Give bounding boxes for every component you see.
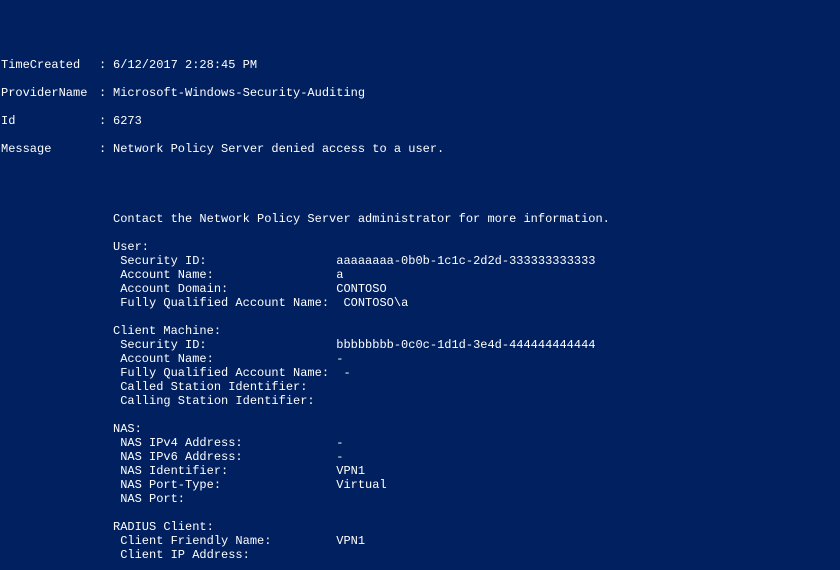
radius-friendly: VPN1 bbox=[336, 534, 365, 548]
nas-port-label: NAS Port: bbox=[113, 492, 185, 506]
value-message-first: Network Policy Server denied access to a… bbox=[113, 142, 444, 156]
client-secid-label: Security ID: bbox=[113, 338, 207, 352]
label-message: Message bbox=[0, 142, 99, 156]
row-id: Id: 6273 bbox=[0, 114, 840, 128]
radius-ip-label: Client IP Address: bbox=[113, 548, 250, 562]
value-timecreated: 6/12/2017 2:28:45 PM bbox=[113, 58, 257, 72]
nas-title: NAS: bbox=[113, 422, 142, 436]
client-called-label: Called Station Identifier: bbox=[113, 380, 307, 394]
user-secid: aaaaaaaa-0b0b-1c1c-2d2d-333333333333 bbox=[336, 254, 595, 268]
value-providername: Microsoft-Windows-Security-Auditing bbox=[113, 86, 365, 100]
user-acctname: a bbox=[336, 268, 343, 282]
message-body: Contact the Network Policy Server admini… bbox=[0, 198, 840, 570]
contact-line: Contact the Network Policy Server admini… bbox=[113, 212, 610, 226]
user-domain: CONTOSO bbox=[336, 282, 386, 296]
label-timecreated: TimeCreated bbox=[0, 58, 99, 72]
nas-ident: VPN1 bbox=[336, 464, 365, 478]
client-fqan-label: Fully Qualified Account Name: bbox=[113, 366, 329, 380]
client-calling-label: Calling Station Identifier: bbox=[113, 394, 315, 408]
nas-ident-label: NAS Identifier: bbox=[113, 464, 228, 478]
client-title: Client Machine: bbox=[113, 324, 221, 338]
nas-ipv4: - bbox=[336, 436, 343, 450]
row-providername: ProviderName: Microsoft-Windows-Security… bbox=[0, 86, 840, 100]
client-secid: bbbbbbbb-0c0c-1d1d-3e4d-444444444444 bbox=[329, 338, 595, 352]
nas-porttype-label: NAS Port-Type: bbox=[113, 478, 221, 492]
nas-ipv4-label: NAS IPv4 Address: bbox=[113, 436, 243, 450]
nas-ipv6: - bbox=[336, 450, 343, 464]
nas-ipv6-label: NAS IPv6 Address: bbox=[113, 450, 243, 464]
blank-line bbox=[0, 170, 840, 184]
row-message: Message: Network Policy Server denied ac… bbox=[0, 142, 840, 156]
user-acctname-label: Account Name: bbox=[113, 268, 214, 282]
client-fqan: - bbox=[343, 366, 350, 380]
value-id: 6273 bbox=[113, 114, 142, 128]
client-acctname-label: Account Name: bbox=[113, 352, 214, 366]
user-secid-label: Security ID: bbox=[113, 254, 207, 268]
radius-friendly-label: Client Friendly Name: bbox=[113, 534, 271, 548]
radius-title: RADIUS Client: bbox=[113, 520, 214, 534]
client-acctname: - bbox=[336, 352, 343, 366]
nas-porttype: Virtual bbox=[336, 478, 386, 492]
user-fqan-label: Fully Qualified Account Name: bbox=[113, 296, 329, 310]
user-title: User: bbox=[113, 240, 149, 254]
user-fqan: CONTOSO\a bbox=[343, 296, 408, 310]
user-domain-label: Account Domain: bbox=[113, 282, 228, 296]
label-id: Id bbox=[0, 114, 99, 128]
label-providername: ProviderName bbox=[0, 86, 99, 100]
row-timecreated: TimeCreated: 6/12/2017 2:28:45 PM bbox=[0, 58, 840, 72]
